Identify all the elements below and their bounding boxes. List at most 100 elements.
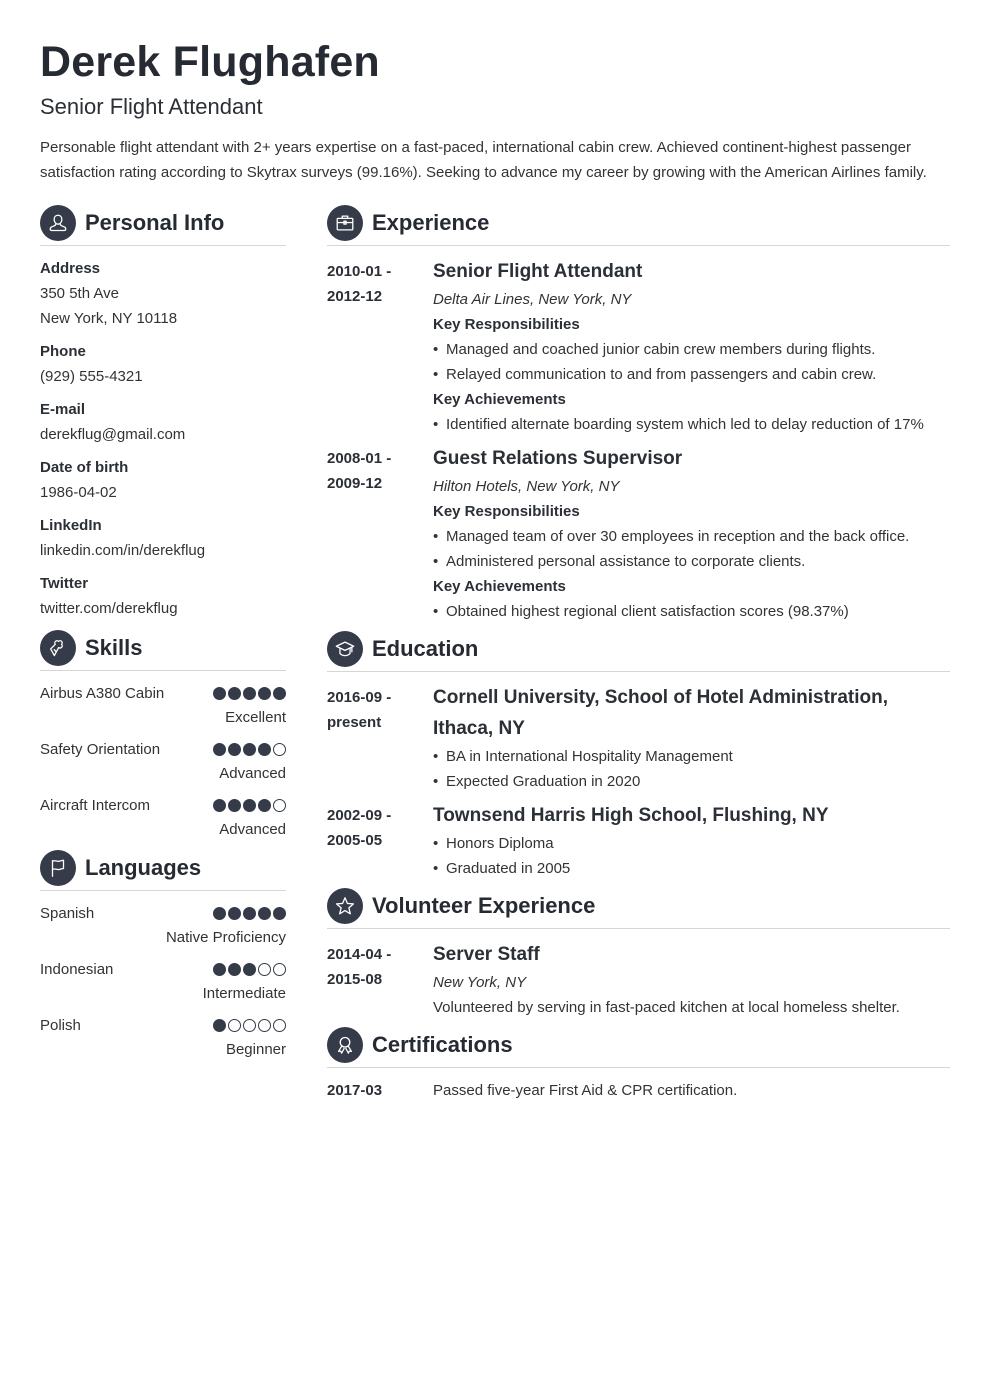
education-entry: 2002-09 - 2005-05 Townsend Harris High Sch… [327, 800, 950, 881]
rating-level: Advanced [219, 821, 286, 838]
filled-dot-icon [243, 907, 256, 920]
section-header: Languages [40, 849, 286, 891]
info-field: Date of birth 1986-04-02 [40, 455, 286, 505]
languages-list: Spanish Native Proficiency Indonesian Inter… [40, 901, 286, 1061]
section-header: Personal Info [40, 204, 286, 246]
bullet-item: Administered personal assistance to corp… [433, 549, 950, 574]
experience-section: Experience 2010-01 - 2012-12 Senior Flight… [327, 204, 950, 624]
field-label: E-mail [40, 401, 86, 418]
rating-label: Aircraft Intercom [40, 797, 151, 814]
rating-level: Advanced [219, 765, 286, 782]
filled-dot-icon [273, 907, 286, 920]
section-title: Skills [85, 634, 143, 660]
field-value: twitter.com/derekflug [40, 600, 178, 617]
rating-row: Airbus A380 Cabin [40, 681, 286, 706]
section-title: Languages [85, 854, 202, 880]
empty-dot-icon [273, 743, 286, 756]
entry-body: Guest Relations Supervisor Hilton Hotels,… [433, 443, 950, 624]
bullet-item: BA in International Hospitality Manageme… [433, 744, 950, 769]
award-ribbon-icon [327, 1026, 363, 1063]
rating-dots [213, 901, 286, 920]
certifications-list: 2017-03 Passed five-year First Aid & CPR … [327, 1078, 950, 1103]
date-start: 2010-01 - [327, 263, 392, 280]
rating-row: Polish [40, 1013, 286, 1038]
field-value: 1986-04-02 [40, 484, 117, 501]
date-start: 2014-04 - [327, 946, 392, 963]
summary: Personable flight attendant with 2+ year… [40, 139, 927, 181]
school-name: Townsend Harris High School, Flushing, N… [433, 805, 829, 826]
responsibilities-list: Managed team of over 30 employees in rec… [433, 524, 950, 574]
entry-date: 2002-09 - 2005-05 [327, 800, 433, 881]
rating-level: Intermediate [202, 985, 286, 1002]
personal-info-list: Address 350 5th Ave New York, NY 10118 Phon… [40, 256, 286, 621]
entry-date: 2014-04 - 2015-08 [327, 939, 433, 1020]
puzzle-icon [40, 629, 76, 666]
bullet-item: Graduated in 2005 [433, 856, 950, 881]
bullet-item: Managed and coached junior cabin crew me… [433, 337, 950, 362]
job-title: Senior Flight Attendant [433, 261, 643, 282]
filled-dot-icon [273, 687, 286, 700]
rating-dots [213, 957, 286, 976]
filled-dot-icon [258, 799, 271, 812]
info-field: Phone (929) 555-4321 [40, 339, 286, 389]
education-bullets: Honors DiplomaGraduated in 2005 [433, 831, 950, 881]
responsibilities-label: Key Responsibilities [433, 503, 580, 520]
filled-dot-icon [228, 743, 241, 756]
entry-body: Server Staff New York, NY Volunteered by s… [433, 939, 950, 1020]
rating-level: Excellent [225, 709, 286, 726]
skills-list: Airbus A380 Cabin Excellent Safety Orienta… [40, 681, 286, 841]
bullet-item: Identified alternate boarding system whi… [433, 412, 950, 437]
entry-date: 2010-01 - 2012-12 [327, 256, 433, 437]
date-start: 2002-09 - [327, 807, 392, 824]
rating-dots [213, 681, 286, 700]
graduation-cap-icon [327, 630, 363, 667]
filled-dot-icon [258, 743, 271, 756]
achievements-label: Key Achievements [433, 391, 566, 408]
rating-row: Aircraft Intercom [40, 793, 286, 818]
empty-dot-icon [258, 963, 271, 976]
volunteer-location: New York, NY [433, 974, 527, 991]
filled-dot-icon [213, 799, 226, 812]
experience-entry: 2008-01 - 2009-12 Guest Relations Supervis… [327, 443, 950, 624]
field-value: linkedin.com/in/derekflug [40, 542, 206, 559]
volunteer-list: 2014-04 - 2015-08 Server Staff New York, NY… [327, 939, 950, 1020]
filled-dot-icon [228, 687, 241, 700]
achievements-list: Obtained highest regional client satisfa… [433, 599, 950, 624]
volunteer-entry: 2014-04 - 2015-08 Server Staff New York, NY… [327, 939, 950, 1020]
rating-row: Spanish [40, 901, 286, 926]
section-header: Volunteer Experience [327, 887, 950, 929]
field-value: New York, NY 10118 [40, 310, 178, 327]
field-label: Phone [40, 343, 86, 360]
filled-dot-icon [243, 687, 256, 700]
section-header: Certifications [327, 1026, 950, 1068]
date-end: 2005-05 [327, 832, 383, 849]
personal-info-section: Personal Info Address 350 5th Ave New York… [40, 204, 286, 621]
info-field: E-mail derekflug@gmail.com [40, 397, 286, 447]
rating-dots [213, 793, 286, 812]
filled-dot-icon [228, 963, 241, 976]
bullet-item: Expected Graduation in 2020 [433, 769, 950, 794]
volunteer-role: Server Staff [433, 944, 540, 965]
rating-label: Safety Orientation [40, 741, 161, 758]
volunteer-section: Volunteer Experience 2014-04 - 2015-08 Ser… [327, 887, 950, 1020]
section-title: Volunteer Experience [372, 892, 596, 918]
skills-section: Skills Airbus A380 Cabin Excellent Safety … [40, 629, 286, 841]
bullet-item: Obtained highest regional client satisfa… [433, 599, 950, 624]
entry-date: 2008-01 - 2009-12 [327, 443, 433, 624]
field-value: 350 5th Ave [40, 285, 119, 302]
field-value: (929) 555-4321 [40, 368, 143, 385]
empty-dot-icon [228, 1019, 241, 1032]
person-icon [40, 204, 76, 241]
education-section: Education 2016-09 - present Cornell Univer… [327, 630, 950, 881]
date-end: present [327, 714, 382, 731]
filled-dot-icon [243, 743, 256, 756]
filled-dot-icon [258, 687, 271, 700]
date-start: 2016-09 - [327, 689, 392, 706]
rating-dots [213, 1013, 286, 1032]
filled-dot-icon [228, 799, 241, 812]
field-value: derekflug@gmail.com [40, 426, 186, 443]
achievements-list: Identified alternate boarding system whi… [433, 412, 950, 437]
responsibilities-label: Key Responsibilities [433, 316, 580, 333]
date-end: 2009-12 [327, 475, 383, 492]
rating-dots [213, 737, 286, 756]
